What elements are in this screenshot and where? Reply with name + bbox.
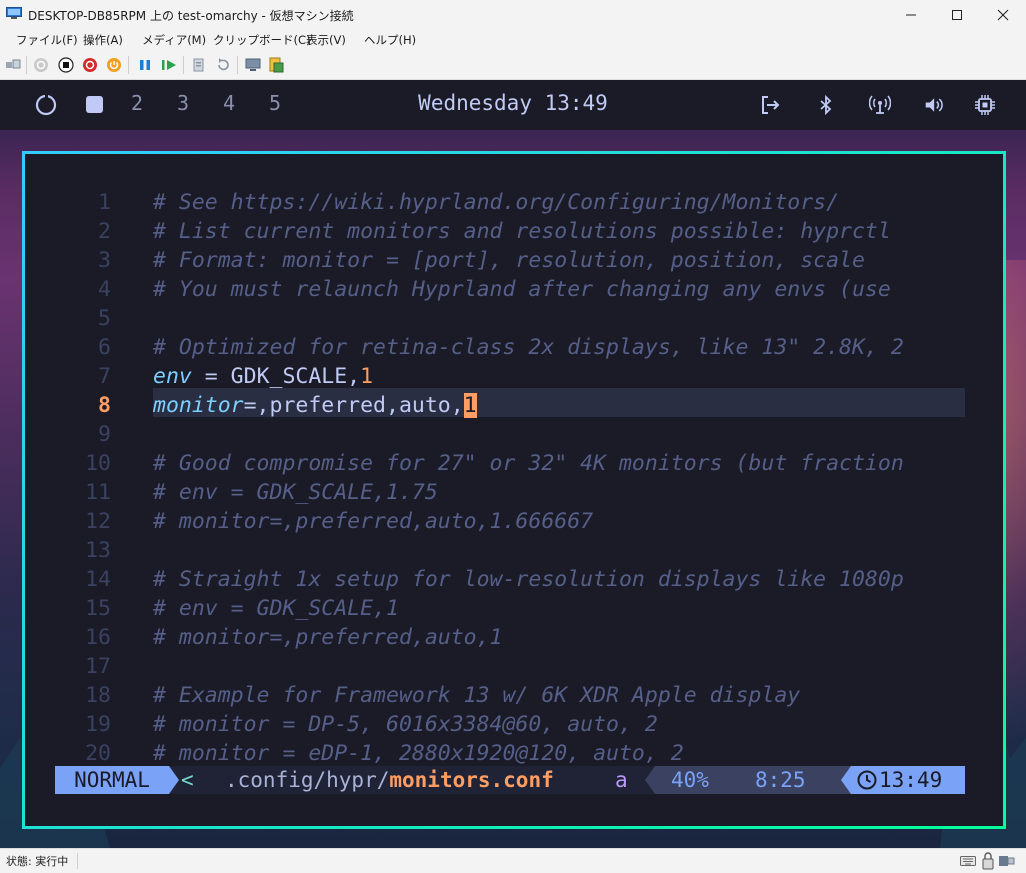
network-icon[interactable] [869, 94, 891, 116]
keyboard-icon [960, 856, 976, 866]
editor-line: 7 env = GDK_SCALE,1 [98, 364, 374, 389]
editor-line: 15 # env = GDK_SCALE,1 [85, 596, 399, 621]
menu-file[interactable]: ファイル(F) [16, 32, 78, 48]
git-arrow: < [181, 768, 194, 792]
mode-separator-icon [169, 766, 179, 794]
lock-icon [982, 852, 994, 870]
editor-line: 9 [98, 422, 111, 447]
editor-line: 5 [98, 306, 111, 331]
vm-statusbar: 状態: 実行中 [0, 848, 1026, 873]
editor-line: 17 [85, 654, 111, 679]
menu-view[interactable]: 表示(V) [306, 32, 346, 48]
waybar: 2 3 4 5 Wednesday 13:49 [0, 80, 1026, 130]
close-icon[interactable] [980, 0, 1026, 29]
window-titlebar: DESKTOP-DB85RPM 上の test-omarchy - 仮想マシン接… [0, 0, 1026, 30]
scroll-percent: 40% [671, 768, 709, 792]
usb-icon [999, 856, 1015, 866]
editor-line: 3 # Format: monitor = [port], resolution,… [98, 248, 865, 273]
start-icon[interactable] [33, 57, 49, 73]
checkpoint-icon[interactable] [191, 57, 207, 73]
toolbar [0, 51, 1026, 80]
mode-indicator: NORMAL [55, 766, 169, 794]
vm-screen[interactable]: 2 3 4 5 Wednesday 13:49 1 # See https://w… [0, 80, 1026, 848]
editor-line: 11 # env = GDK_SCALE,1.75 [85, 480, 438, 505]
file-name: monitors.conf [389, 768, 554, 792]
minimize-icon[interactable] [888, 0, 934, 29]
text-cursor: 1 [463, 393, 477, 418]
resume-icon[interactable] [161, 57, 177, 73]
menu-action[interactable]: 操作(A) [83, 32, 123, 48]
editor-line: 10 # Good compromise for 27" or 32" 4K mo… [85, 451, 904, 476]
clock-icon [857, 770, 877, 790]
editor-line: 13 [85, 538, 111, 563]
cursor-position: 8:25 [755, 768, 806, 792]
editor-line: 20 # monitor = eDP-1, 2880x1920@120, auto… [85, 741, 684, 766]
editor-line: 4 # You must relaunch Hyprland after chan… [98, 277, 891, 302]
editor-line: 14 # Straight 1x setup for low-resolution… [85, 567, 904, 592]
menu-media[interactable]: メディア(M) [142, 32, 206, 48]
vm-state-text: 状態: 実行中 [6, 855, 69, 868]
terminal-window[interactable]: 1 # See https://wiki.hyprland.org/Configu… [22, 151, 1006, 829]
volume-icon[interactable] [924, 94, 946, 116]
logout-icon[interactable] [759, 94, 781, 116]
menu-help[interactable]: ヘルプ(H) [364, 32, 416, 48]
share-icon[interactable] [268, 57, 284, 73]
clock-separator-icon [841, 766, 851, 794]
revert-icon[interactable] [215, 57, 231, 73]
menu-clipboard[interactable]: クリップボード(C) [213, 32, 311, 48]
vim-statusline: NORMAL < .config/hypr/monitors.conf a 40… [55, 766, 965, 794]
pause-icon[interactable] [137, 57, 153, 73]
statusline-clock: 13:49 [851, 766, 965, 794]
cpu-icon[interactable] [974, 94, 996, 116]
turn-off-icon[interactable] [58, 57, 74, 73]
shutdown-icon[interactable] [82, 57, 98, 73]
window-title: DESKTOP-DB85RPM 上の test-omarchy - 仮想マシン接… [28, 9, 354, 23]
editor-line: 16 # monitor=,preferred,auto,1 [85, 625, 503, 650]
vm-connect-icon [6, 7, 22, 19]
ctrl-alt-del-icon[interactable] [5, 57, 21, 73]
enhanced-session-icon[interactable] [245, 57, 261, 73]
editor-line: 1 # See https://wiki.hyprland.org/Configu… [98, 190, 840, 215]
file-flag: a [615, 768, 628, 792]
file-path: .config/hypr/monitors.conf [225, 768, 554, 792]
editor-line: 2 # List current monitors and resolutions… [98, 219, 891, 244]
save-state-icon[interactable] [106, 57, 122, 73]
editor-line: 12 # monitor=,preferred,auto,1.666667 [85, 509, 594, 534]
info-separator-icon [645, 766, 655, 794]
maximize-icon[interactable] [934, 0, 980, 29]
editor-line: 19 # monitor = DP-5, 6016x3384@60, auto, … [85, 712, 658, 737]
editor-line-current: 8 monitor=,preferred,auto,1 [98, 393, 477, 418]
editor-line: 18 # Example for Framework 13 w/ 6K XDR A… [85, 683, 801, 708]
bluetooth-icon[interactable] [815, 94, 837, 116]
menu-bar: ファイル(F) 操作(A) メディア(M) クリップボード(C) 表示(V) ヘ… [0, 29, 1026, 51]
editor-line: 6 # Optimized for retina-class 2x display… [98, 335, 904, 360]
file-progress: 40% 8:25 [655, 766, 851, 794]
